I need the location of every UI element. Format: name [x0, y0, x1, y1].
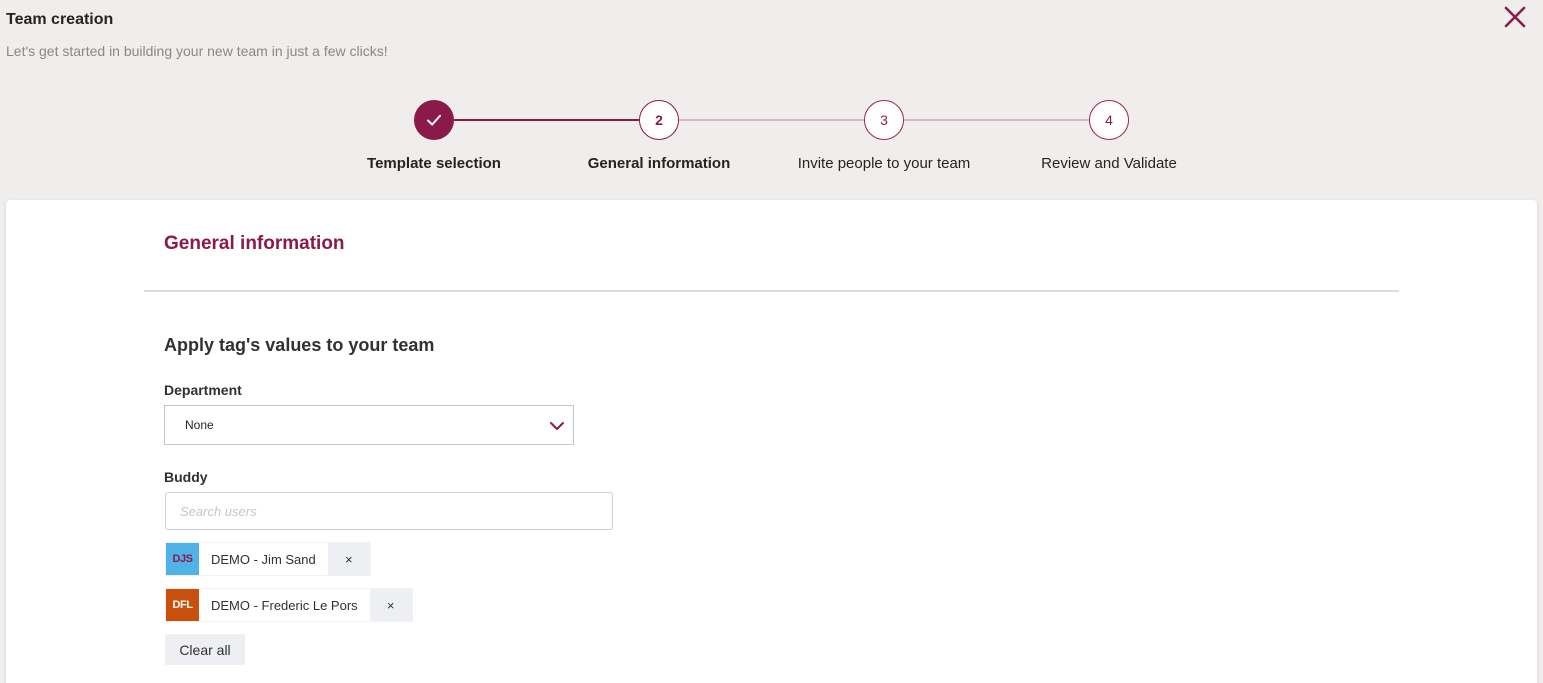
department-select[interactable]: None: [164, 405, 574, 445]
selected-user-chip: DJS DEMO - Jim Sand ×: [165, 542, 371, 576]
department-selected-value: None: [185, 418, 214, 432]
selected-user-chip: DFL DEMO - Frederic Le Pors ×: [165, 588, 413, 622]
check-icon: [427, 114, 441, 126]
close-button[interactable]: [1503, 5, 1531, 29]
divider: [144, 290, 1399, 292]
chip-user-name: DEMO - Jim Sand: [211, 551, 316, 567]
step-connector-1: [454, 119, 639, 121]
step-4-label: Review and Validate: [1041, 155, 1177, 172]
buddy-label: Buddy: [164, 469, 208, 485]
step-2-circle[interactable]: 2: [639, 100, 679, 140]
remove-user-button[interactable]: ×: [327, 543, 370, 575]
chip-user-name: DEMO - Frederic Le Pors: [211, 597, 358, 613]
close-icon: [1504, 6, 1526, 28]
buddy-search-input[interactable]: [165, 492, 613, 530]
section-title: Apply tag's values to your team: [164, 335, 435, 355]
page-title: Team creation: [6, 11, 114, 28]
department-label: Department: [164, 382, 242, 398]
step-2-label: General information: [587, 155, 731, 172]
card-title: General information: [164, 233, 345, 254]
stepper: 2 3 4 Template selection General informa…: [0, 100, 1543, 180]
step-connector-2: [679, 119, 864, 121]
chevron-down-icon: [550, 422, 564, 430]
avatar: DJS: [166, 543, 199, 575]
step-1-circle[interactable]: [414, 100, 454, 140]
clear-all-button[interactable]: Clear all: [165, 634, 245, 665]
step-3-circle[interactable]: 3: [864, 100, 904, 140]
step-1-label: Template selection: [367, 155, 501, 172]
step-connector-3: [904, 119, 1089, 121]
step-3-label: Invite people to your team: [797, 155, 971, 172]
general-information-card: General information Apply tag's values t…: [6, 200, 1537, 683]
page-subtitle: Let's get started in building your new t…: [6, 43, 388, 59]
step-4-circle[interactable]: 4: [1089, 100, 1129, 140]
remove-user-button[interactable]: ×: [369, 589, 412, 621]
avatar: DFL: [166, 589, 199, 621]
